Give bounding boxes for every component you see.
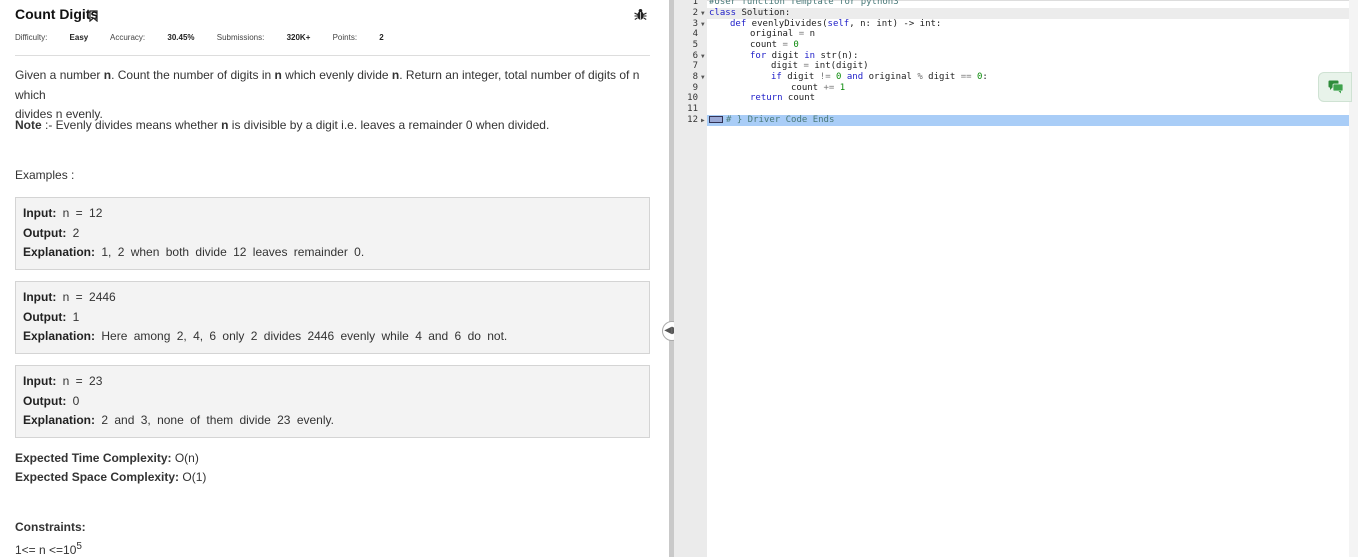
code-line: #User function Template for python3 [709,0,899,7]
examples-heading: Examples : [15,168,75,182]
code-line: # } Driver Code Ends [726,115,835,125]
line-number: 12 [687,115,698,125]
active-line-highlight [707,8,1358,19]
line-gutter: 1 2 3 4 5 6 7 8 9 10 11 12 ▼ ▼ ▼ ▼ ▶ [674,0,707,557]
fold-arrow-icon[interactable]: ▶ [701,115,705,126]
line-number: 11 [687,104,698,114]
divider [15,55,650,56]
code-line: return count [750,93,816,103]
line-number: 7 [692,61,698,71]
bug-icon[interactable] [634,8,647,26]
line-number: 2 [692,8,698,18]
accuracy: Accuracy: 30.45% [110,33,195,42]
points: Points: 2 [332,33,384,42]
code-line: digit = int(digit) [771,61,869,71]
code-line: class Solution: [709,8,791,18]
example-box: Input: n = 2446 Output: 1 Explanation: H… [15,281,650,354]
line-number: 4 [692,29,698,39]
code-editor[interactable]: 1 2 3 4 5 6 7 8 9 10 11 12 ▼ ▼ ▼ ▼ ▶ #Us… [674,0,1358,557]
submissions: Submissions: 320K+ [216,33,311,42]
problem-note: Note :- Evenly divides means whether n i… [15,118,550,132]
code-line: if digit != 0 and original % digit == 0: [771,72,988,82]
folded-code-marker-icon[interactable] [709,116,723,123]
difficulty: Difficulty: Easy [15,33,89,42]
constraints-value: 1<= n <=105 [15,541,82,557]
fold-arrow-icon[interactable]: ▼ [701,19,705,30]
code-line: count = 0 [750,40,799,50]
fold-arrow-icon[interactable]: ▼ [701,51,705,62]
constraints-label: Constraints: [15,520,86,534]
chat-button[interactable] [1318,72,1352,102]
line-number: 5 [692,40,698,50]
problem-panel: Count Digits Difficulty: Easy Accuracy: … [0,0,669,557]
chat-icon [1328,80,1344,99]
example-box: Input: n = 23 Output: 0 Explanation: 2 a… [15,365,650,438]
problem-meta: Difficulty: Easy Accuracy: 30.45% Submis… [15,33,404,42]
line-number: 1 [692,0,698,7]
code-line: original = n [750,29,816,39]
fold-arrow-icon[interactable]: ▼ [701,8,705,19]
fold-arrow-icon[interactable]: ▼ [701,72,705,83]
line-number: 10 [687,93,698,103]
line-number: 8 [692,72,698,82]
bookmark-icon[interactable] [89,9,98,27]
problem-title: Count Digits [15,6,99,22]
example-box: Input: n = 12 Output: 2 Explanation: 1, … [15,197,650,270]
time-complexity: Expected Time Complexity: O(n) [15,451,199,465]
space-complexity: Expected Space Complexity: O(1) [15,470,207,484]
